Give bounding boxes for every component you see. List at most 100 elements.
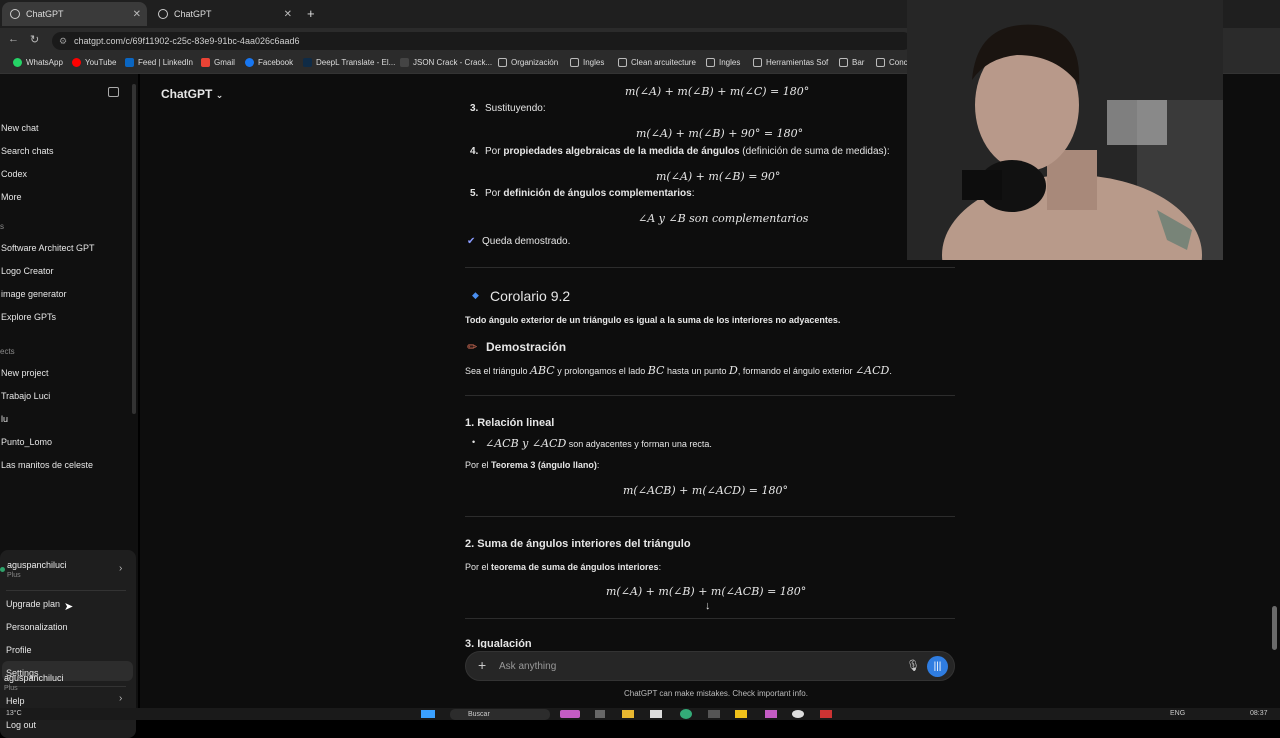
browser-tab[interactable]: ChatGPT ✕ bbox=[150, 2, 298, 26]
bookmark-folder[interactable]: Bar bbox=[839, 58, 864, 67]
user-account-row[interactable]: aguspanchiluci Plus › bbox=[0, 558, 130, 584]
bookmark-folder[interactable]: Conc bbox=[876, 58, 908, 67]
bookmark-folder[interactable]: Clean arcuitecture bbox=[618, 58, 696, 67]
reload-icon[interactable]: ↻ bbox=[30, 33, 39, 46]
tab-label: ChatGPT bbox=[174, 9, 212, 19]
chatgpt-favicon-icon bbox=[10, 9, 20, 19]
chevron-right-icon: › bbox=[119, 563, 123, 574]
qed-text: Queda demostrado. bbox=[482, 236, 571, 247]
new-tab-icon[interactable]: + bbox=[307, 6, 315, 21]
toggle-sidebar-icon[interactable] bbox=[108, 87, 119, 97]
taskbar-app-icon[interactable] bbox=[820, 710, 832, 718]
sidebar-item-explore-gpts[interactable]: Explore GPTs bbox=[1, 312, 56, 322]
language-indicator[interactable]: ENG bbox=[1170, 710, 1185, 717]
site-info-icon[interactable]: ⚙ bbox=[59, 32, 67, 50]
corolario-text: Todo ángulo exterior de un triángulo es … bbox=[465, 315, 841, 325]
jsoncrack-icon bbox=[400, 58, 409, 67]
chrome-icon[interactable] bbox=[680, 709, 692, 719]
taskbar-app-icon[interactable] bbox=[765, 710, 777, 718]
microphone-icon[interactable]: 🎙 bbox=[906, 659, 920, 672]
menu-item-upgrade-plan[interactable]: Upgrade plan bbox=[6, 599, 60, 609]
bookmark-deepl[interactable]: DeepL Translate - El... bbox=[303, 58, 395, 67]
folder-icon bbox=[498, 58, 507, 67]
sidebar-item-gpt[interactable]: image generator bbox=[1, 289, 67, 299]
taskbar-search[interactable]: Buscar bbox=[450, 709, 550, 720]
bookmark-gmail[interactable]: Gmail bbox=[201, 58, 235, 67]
bookmark-youtube[interactable]: YouTube bbox=[72, 58, 116, 67]
sidebar-scrollbar[interactable] bbox=[132, 84, 136, 414]
bookmark-jsoncrack[interactable]: JSON Crack - Crack... bbox=[400, 58, 492, 67]
whatsapp-icon bbox=[13, 58, 22, 67]
bookmark-whatsapp[interactable]: WhatsApp bbox=[13, 58, 63, 67]
sidebar-item-new-chat[interactable]: New chat bbox=[1, 123, 39, 133]
checkmark-icon: ✔ bbox=[467, 236, 476, 247]
taskbar-app-icon[interactable] bbox=[792, 710, 804, 718]
menu-item-profile[interactable]: Profile bbox=[6, 645, 32, 655]
bookmark-folder[interactable]: Ingles bbox=[570, 58, 604, 67]
folder-icon bbox=[839, 58, 848, 67]
voice-mode-icon[interactable]: ||| bbox=[927, 656, 948, 677]
section-heading: 3. Igualación bbox=[465, 638, 532, 648]
model-selector[interactable]: ChatGPT ⌄ bbox=[161, 87, 223, 101]
diamond-icon: ◆ bbox=[472, 290, 479, 300]
bookmark-facebook[interactable]: Facebook bbox=[245, 58, 293, 67]
equation: m(∠A) + m(∠B) + m(∠ACB) = 180° bbox=[606, 585, 807, 598]
sidebar-item-gpt[interactable]: Software Architect GPT bbox=[1, 243, 95, 253]
menu-item-personalization[interactable]: Personalization bbox=[6, 622, 68, 632]
pencil-icon: ✏ bbox=[467, 340, 478, 354]
facebook-icon bbox=[245, 58, 254, 67]
sidebar-item-project[interactable]: Trabajo Luci bbox=[1, 391, 50, 401]
taskbar-app-icon[interactable] bbox=[650, 710, 662, 718]
taskbar-app-icon[interactable] bbox=[708, 710, 720, 718]
demostracion-text: Sea el triángulo ABC y prolongamos el la… bbox=[465, 364, 892, 377]
bookmark-folder[interactable]: Herramientas Sof bbox=[753, 58, 828, 67]
sidebar-item-gpt[interactable]: Logo Creator bbox=[1, 266, 54, 276]
deepl-icon bbox=[303, 58, 312, 67]
gmail-icon bbox=[201, 58, 210, 67]
username: aguspanchiluci bbox=[7, 560, 67, 570]
sidebar-item-project[interactable]: Las manitos de celeste bbox=[1, 460, 93, 470]
bookmark-linkedin[interactable]: Feed | LinkedIn bbox=[125, 58, 193, 67]
windows-start-icon[interactable] bbox=[421, 710, 435, 718]
folder-icon bbox=[753, 58, 762, 67]
url-field[interactable]: ⚙ chatgpt.com/c/69f11902-c25c-83e9-91bc-… bbox=[52, 32, 912, 50]
sidebar-item-new-project[interactable]: New project bbox=[1, 368, 49, 378]
projects-section-label: ects bbox=[0, 347, 15, 356]
taskbar-app-icon[interactable] bbox=[735, 710, 747, 718]
chatgpt-favicon-icon bbox=[158, 9, 168, 19]
close-tab-icon[interactable]: ✕ bbox=[284, 9, 292, 20]
scroll-down-arrow-icon[interactable]: ↓ bbox=[705, 600, 711, 612]
composer[interactable]: + Ask anything 🎙 ||| bbox=[465, 651, 955, 681]
sidebar-item-project[interactable]: lu bbox=[1, 414, 8, 424]
folder-icon[interactable] bbox=[622, 710, 634, 718]
close-tab-icon[interactable]: ✕ bbox=[133, 9, 141, 20]
corolario-heading: Corolario 9.2 bbox=[490, 288, 571, 304]
sidebar-item-more[interactable]: More bbox=[1, 192, 22, 202]
sidebar-item-codex[interactable]: Codex bbox=[1, 169, 27, 179]
taskbar-app-icon[interactable] bbox=[595, 710, 605, 718]
sidebar: New chat Search chats Codex More s Softw… bbox=[0, 74, 138, 738]
page-scrollbar[interactable] bbox=[1272, 606, 1277, 650]
footer-username[interactable]: aguspanchiluci bbox=[4, 673, 64, 683]
prompt-input[interactable]: Ask anything bbox=[499, 661, 556, 672]
taskbar-app-icon[interactable] bbox=[560, 710, 580, 718]
footer-plan: Plus bbox=[4, 685, 18, 692]
bullet-text: ∠ACB y ∠ACD son adyacentes y forman una … bbox=[485, 437, 712, 450]
sidebar-item-search-chats[interactable]: Search chats bbox=[1, 146, 54, 156]
equation: m(∠A) + m(∠B) + m(∠C) = 180° bbox=[625, 85, 810, 98]
folder-icon bbox=[706, 58, 715, 67]
back-icon[interactable]: ← bbox=[8, 33, 19, 45]
divider bbox=[465, 618, 955, 619]
sidebar-item-project[interactable]: Punto_Lomo bbox=[1, 437, 52, 447]
disclaimer: ChatGPT can make mistakes. Check importa… bbox=[624, 689, 808, 698]
menu-item-log-out[interactable]: Log out bbox=[6, 720, 36, 730]
folder-icon bbox=[618, 58, 627, 67]
browser-tab-active[interactable]: ChatGPT ✕ bbox=[2, 2, 147, 26]
bookmark-folder[interactable]: Organización bbox=[498, 58, 558, 67]
weather[interactable]: 13°C bbox=[6, 710, 22, 717]
clock[interactable]: 08:37 bbox=[1250, 710, 1268, 717]
chevron-right-icon: › bbox=[119, 693, 123, 704]
bookmark-folder[interactable]: Ingles bbox=[706, 58, 740, 67]
menu-item-help[interactable]: Help bbox=[6, 696, 25, 706]
add-attachment-icon[interactable]: + bbox=[478, 657, 486, 673]
